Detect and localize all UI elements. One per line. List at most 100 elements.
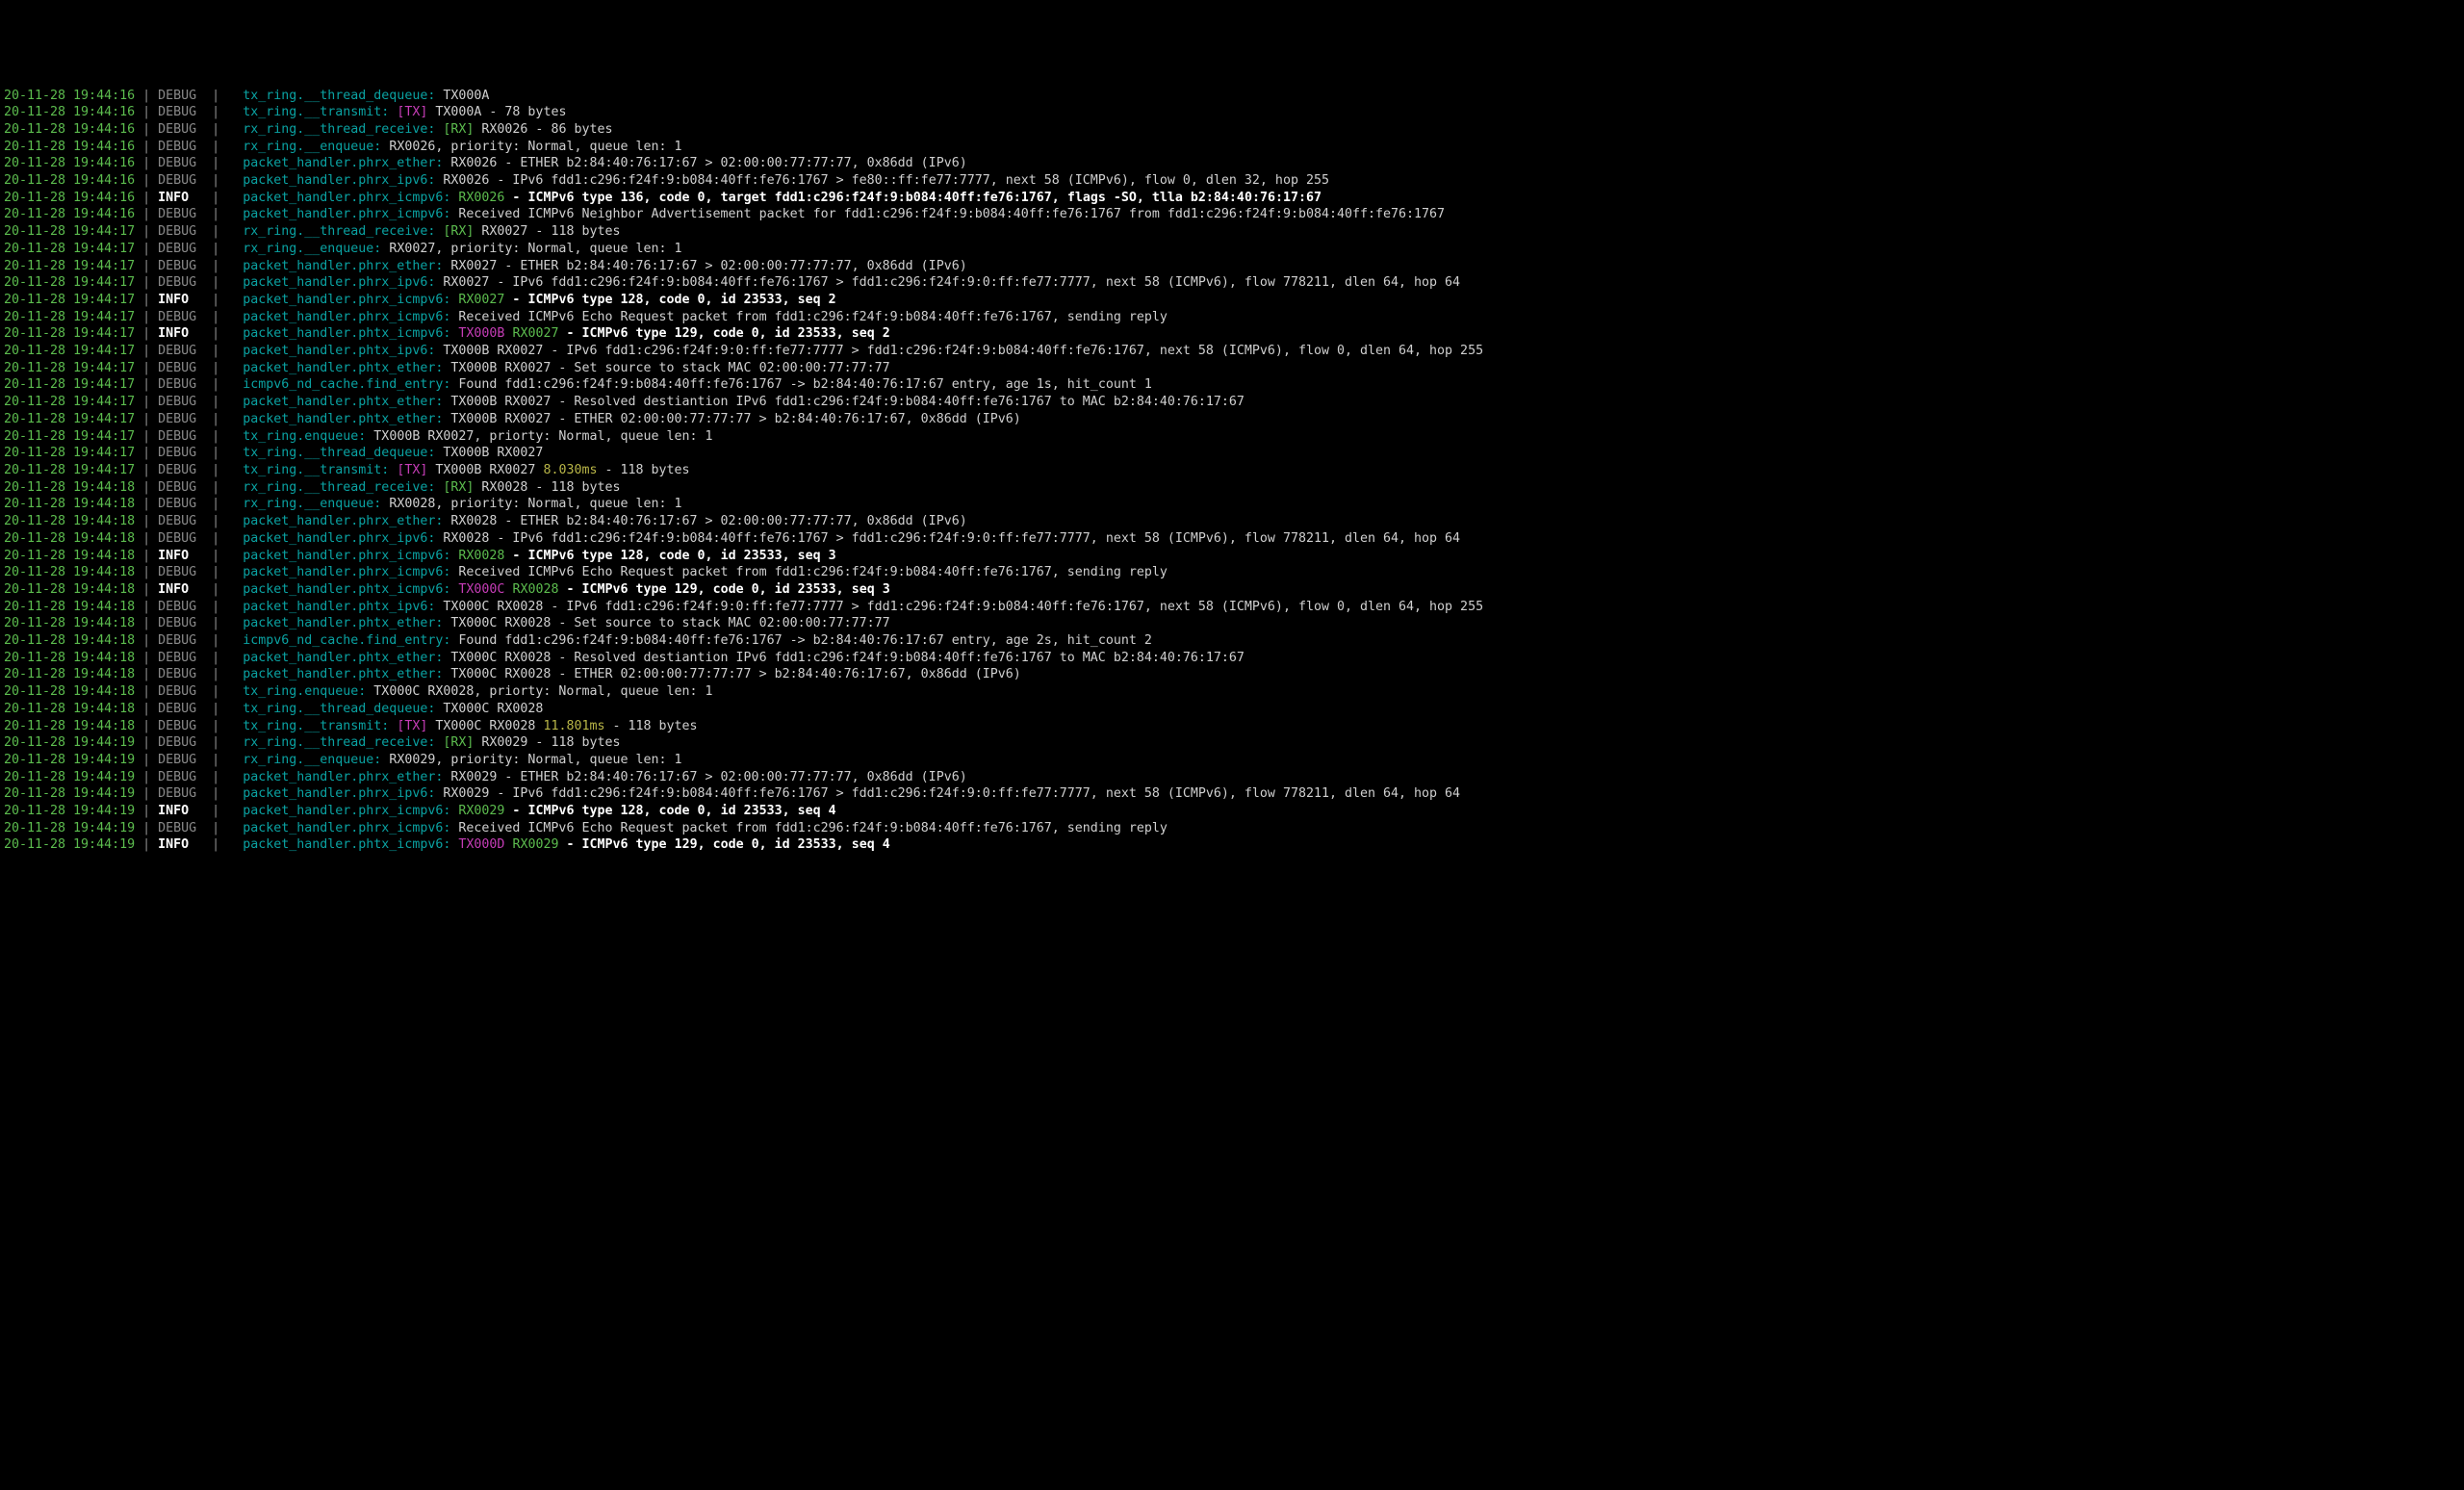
log-segment: - 118 bytes (605, 719, 698, 733)
log-segment: - 118 bytes (598, 463, 690, 477)
log-separator: | (135, 463, 158, 477)
log-separator: | (196, 275, 243, 290)
log-tag: icmpv6_nd_cache.find_entry: (243, 377, 450, 392)
log-segment: TX000C (458, 582, 504, 597)
log-timestamp: 20-11-28 19:44:16 (4, 207, 135, 221)
log-segment: RX0029 - 118 bytes (474, 735, 620, 750)
log-tag: packet_handler.phrx_ether: (243, 514, 443, 528)
log-separator: | (196, 565, 243, 579)
log-level: DEBUG (158, 480, 196, 495)
log-timestamp: 20-11-28 19:44:18 (4, 684, 135, 699)
log-segment: Received ICMPv6 Echo Request packet from… (450, 310, 1168, 324)
log-segment: TX000C RX0028 - ETHER 02:00:00:77:77:77 … (443, 667, 1020, 681)
log-separator: | (196, 753, 243, 767)
log-level: DEBUG (158, 770, 196, 784)
log-separator: | (196, 173, 243, 188)
log-line: 20-11-28 19:44:18 | DEBUG | tx_ring.__tr… (4, 718, 2460, 735)
log-separator: | (196, 770, 243, 784)
log-line: 20-11-28 19:44:19 | DEBUG | packet_handl… (4, 785, 2460, 803)
log-level: DEBUG (158, 684, 196, 699)
log-segment: [TX] (397, 105, 427, 119)
log-separator: | (196, 497, 243, 511)
log-segment: RX0029 - ETHER b2:84:40:76:17:67 > 02:00… (443, 770, 966, 784)
log-separator: | (135, 837, 158, 852)
log-tag: packet_handler.phtx_ether: (243, 667, 443, 681)
log-separator: | (135, 412, 158, 426)
log-level: DEBUG (158, 565, 196, 579)
log-separator: | (196, 446, 243, 460)
log-separator: | (135, 275, 158, 290)
log-line: 20-11-28 19:44:16 | DEBUG | packet_handl… (4, 206, 2460, 223)
terminal-log[interactable]: 20-11-28 19:44:16 | DEBUG | tx_ring.__th… (0, 86, 2464, 857)
log-line: 20-11-28 19:44:18 | INFO | packet_handle… (4, 581, 2460, 599)
log-segment: [RX] (443, 735, 474, 750)
log-line: 20-11-28 19:44:18 | DEBUG | rx_ring.__en… (4, 496, 2460, 513)
log-tag: packet_handler.phrx_ipv6: (243, 275, 435, 290)
log-separator: | (196, 463, 243, 477)
log-tag: packet_handler.phtx_ether: (243, 412, 443, 426)
log-tag: packet_handler.phrx_icmpv6: (243, 565, 450, 579)
log-timestamp: 20-11-28 19:44:19 (4, 770, 135, 784)
log-tag: packet_handler.phrx_ipv6: (243, 786, 435, 801)
log-separator: | (135, 259, 158, 273)
log-timestamp: 20-11-28 19:44:18 (4, 531, 135, 546)
log-timestamp: 20-11-28 19:44:18 (4, 514, 135, 528)
log-separator: | (135, 173, 158, 188)
log-line: 20-11-28 19:44:17 | DEBUG | tx_ring.__th… (4, 445, 2460, 462)
log-separator: | (135, 684, 158, 699)
log-line: 20-11-28 19:44:17 | DEBUG | packet_handl… (4, 394, 2460, 411)
log-level: DEBUG (158, 310, 196, 324)
log-line: 20-11-28 19:44:19 | INFO | packet_handle… (4, 836, 2460, 854)
log-segment: TX000A - 78 bytes (427, 105, 566, 119)
log-line: 20-11-28 19:44:19 | DEBUG | packet_handl… (4, 769, 2460, 786)
log-separator: | (196, 735, 243, 750)
log-timestamp: 20-11-28 19:44:18 (4, 651, 135, 665)
log-timestamp: 20-11-28 19:44:18 (4, 667, 135, 681)
log-tag: packet_handler.phrx_ipv6: (243, 173, 435, 188)
log-tag: packet_handler.phrx_icmpv6: (243, 191, 450, 205)
log-separator: | (135, 446, 158, 460)
log-level: DEBUG (158, 786, 196, 801)
log-tag: packet_handler.phrx_ipv6: (243, 531, 435, 546)
log-line: 20-11-28 19:44:17 | DEBUG | tx_ring.__tr… (4, 462, 2460, 479)
log-tag: packet_handler.phtx_ether: (243, 616, 443, 630)
log-separator: | (196, 600, 243, 614)
log-tag: tx_ring.enqueue: (243, 684, 366, 699)
log-level: DEBUG (158, 361, 196, 375)
log-segment: [TX] (397, 719, 427, 733)
log-level: DEBUG (158, 616, 196, 630)
log-timestamp: 20-11-28 19:44:17 (4, 326, 135, 341)
log-separator: | (135, 770, 158, 784)
log-level: DEBUG (158, 633, 196, 648)
log-level: DEBUG (158, 395, 196, 409)
log-line: 20-11-28 19:44:19 | INFO | packet_handle… (4, 803, 2460, 820)
log-segment: TX000C RX0028 (427, 719, 543, 733)
log-level: INFO (158, 582, 196, 597)
log-tag: tx_ring.__transmit: (243, 463, 389, 477)
log-separator: | (135, 719, 158, 733)
log-level: DEBUG (158, 497, 196, 511)
log-timestamp: 20-11-28 19:44:17 (4, 344, 135, 358)
log-timestamp: 20-11-28 19:44:18 (4, 497, 135, 511)
log-line: 20-11-28 19:44:17 | DEBUG | packet_handl… (4, 343, 2460, 360)
log-level: DEBUG (158, 735, 196, 750)
log-separator: | (196, 377, 243, 392)
log-line: 20-11-28 19:44:17 | DEBUG | tx_ring.enqu… (4, 428, 2460, 446)
log-timestamp: 20-11-28 19:44:17 (4, 275, 135, 290)
log-timestamp: 20-11-28 19:44:19 (4, 821, 135, 835)
log-separator: | (135, 377, 158, 392)
log-separator: | (196, 429, 243, 444)
log-tag: packet_handler.phrx_ether: (243, 770, 443, 784)
log-segment: TX000B (458, 326, 504, 341)
log-level: DEBUG (158, 173, 196, 188)
log-timestamp: 20-11-28 19:44:17 (4, 377, 135, 392)
log-segment: TX000C RX0028 - Set source to stack MAC … (443, 616, 889, 630)
log-separator: | (196, 480, 243, 495)
log-segment: RX0028 (458, 549, 504, 563)
log-timestamp: 20-11-28 19:44:16 (4, 105, 135, 119)
log-timestamp: 20-11-28 19:44:18 (4, 480, 135, 495)
log-separator: | (196, 549, 243, 563)
log-tag: rx_ring.__thread_receive: (243, 735, 435, 750)
log-separator: | (135, 191, 158, 205)
log-timestamp: 20-11-28 19:44:18 (4, 582, 135, 597)
